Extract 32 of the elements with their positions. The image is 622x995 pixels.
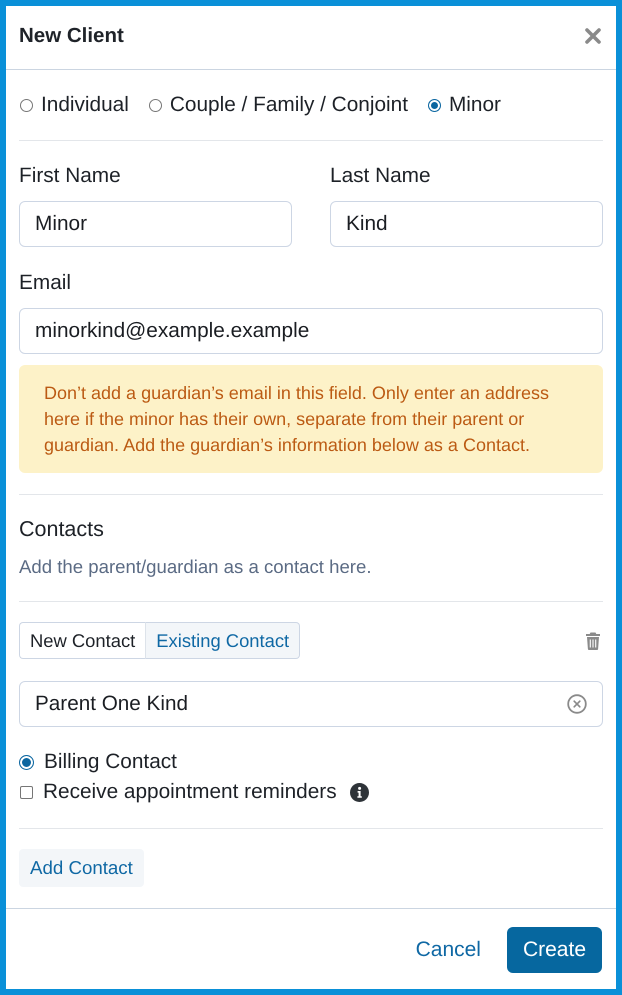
create-button[interactable]: Create [506, 927, 602, 973]
field-label: Email [19, 272, 72, 294]
close-button[interactable] [585, 28, 601, 44]
radio-button[interactable] [20, 98, 33, 112]
trash-icon [586, 632, 600, 650]
client-type-option[interactable]: Minor [428, 94, 501, 116]
contact-select-field[interactable]: Parent One Kind [19, 681, 603, 727]
contact-option[interactable]: Billing Contact [19, 751, 177, 773]
client-type-option[interactable]: Individual [20, 94, 129, 116]
warning-message: Don’t add a guardian’s email in this field. Only enter an address here if the minor has their own, separate from their parent or guardian. Add the guardian’s information below as a Contact. [19, 365, 603, 473]
radio-button[interactable] [428, 98, 441, 112]
clear-icon[interactable] [567, 694, 587, 714]
dialog-title: New Client [19, 24, 124, 48]
radio-button[interactable] [19, 754, 34, 770]
contact-option[interactable]: Receive appointment reminders [19, 781, 337, 803]
cancel-button[interactable]: Cancel [406, 927, 491, 973]
radio-button[interactable] [148, 98, 162, 112]
close-icon [585, 28, 601, 44]
text-field[interactable]: Minor [19, 201, 292, 247]
client-type-option[interactable]: Couple / Family / Conjoint [148, 94, 408, 116]
field-label: Last Name [330, 165, 432, 187]
text-field[interactable]: minorkind@example.example [19, 308, 603, 354]
add-contact-button[interactable]: Add Contact [19, 849, 144, 887]
contact-tab[interactable]: Existing Contact [145, 622, 300, 659]
contacts-hint: Add the parent/guardian as a contact here. [19, 557, 372, 577]
text-field[interactable]: Kind [330, 201, 603, 247]
field-label: First Name [19, 165, 122, 187]
delete-button[interactable] [586, 632, 600, 650]
contacts-heading: Contacts [19, 518, 105, 540]
checkbox[interactable] [20, 786, 33, 798]
contact-tab[interactable]: New Contact [19, 622, 146, 659]
info-icon[interactable] [350, 782, 369, 802]
